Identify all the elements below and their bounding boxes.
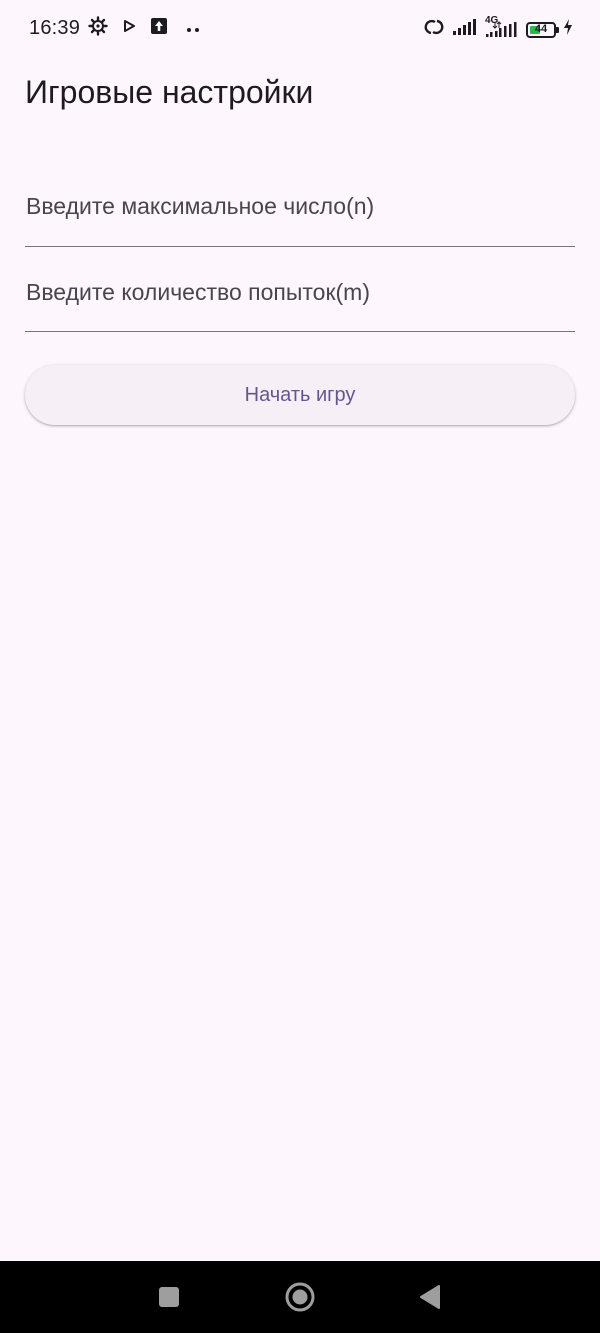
more-dots-icon (186, 20, 200, 38)
upload-icon (150, 17, 168, 40)
status-time: 16:39 (29, 17, 81, 39)
charging-bolt-icon (562, 18, 574, 41)
recent-apps-icon (159, 1287, 179, 1307)
max-number-field[interactable] (25, 184, 576, 247)
page-title: Игровые настройки (25, 74, 314, 110)
attempts-field[interactable] (25, 270, 576, 332)
start-game-button-label: Начать игру (244, 383, 356, 406)
settings-gear-icon (88, 16, 108, 41)
battery-icon: 44 (526, 21, 559, 38)
status-bar-left: 16:39 (29, 16, 200, 41)
max-number-input[interactable] (25, 186, 576, 226)
start-game-button[interactable]: Начать игру (25, 365, 575, 425)
home-icon (285, 1282, 315, 1312)
signal-icon (452, 18, 478, 41)
link-icon (422, 18, 446, 41)
play-store-icon (122, 19, 136, 38)
battery-cap (556, 26, 559, 33)
system-nav-bar (0, 1261, 600, 1333)
back-button[interactable] (410, 1277, 450, 1317)
game-settings-screen: 16:39 4G 44 Игровые настройки Введите ма… (0, 0, 600, 1333)
status-bar: 16:39 4G 44 (0, 0, 600, 60)
back-icon (420, 1285, 440, 1309)
status-bar-right: 4G 44 (422, 15, 574, 41)
home-button[interactable] (280, 1277, 320, 1317)
signal-4g-icon: 4G (484, 15, 520, 41)
attempts-input[interactable] (25, 272, 576, 312)
recent-apps-button[interactable] (149, 1277, 189, 1317)
battery-level: 44 (534, 23, 548, 35)
